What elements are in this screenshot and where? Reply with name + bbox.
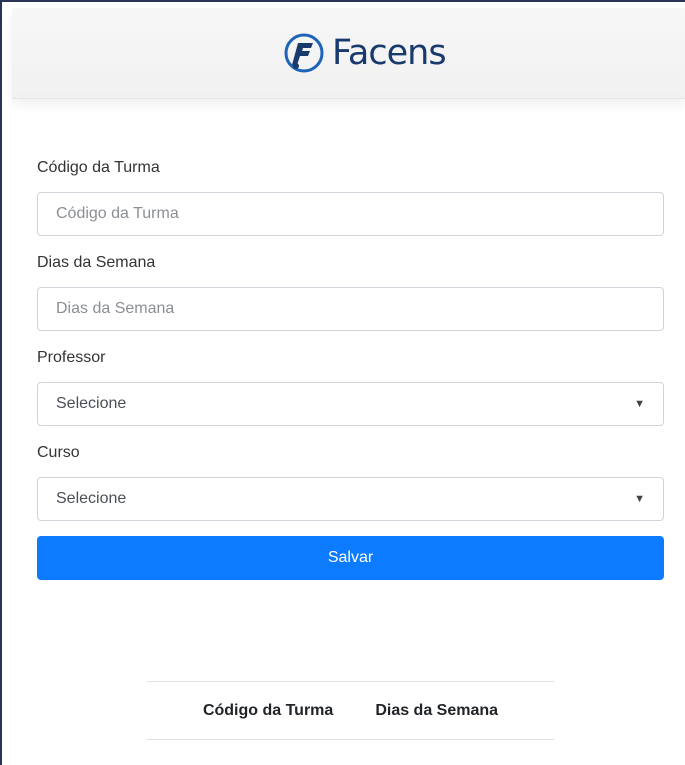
app-frame: Facens Código da Turma Dias da Semana Pr… [0, 0, 685, 765]
save-button[interactable]: Salvar [37, 536, 664, 580]
curso-selected-value: Selecione [56, 490, 127, 507]
logo: Facens [282, 28, 447, 78]
table-header-dias: Dias da Semana [375, 701, 499, 719]
curso-label: Curso [37, 444, 80, 461]
professor-label: Professor [37, 349, 106, 366]
class-form: Código da Turma Dias da Semana Professor… [37, 156, 664, 580]
codigo-label: Código da Turma [37, 159, 160, 176]
facens-logo-icon [284, 33, 324, 73]
table-header-row: Código da Turma Dias da Semana [147, 681, 554, 740]
header-bar: Facens [12, 8, 685, 99]
dias-input[interactable] [37, 287, 664, 331]
professor-selected-value: Selecione [56, 395, 127, 412]
codigo-input[interactable] [37, 192, 664, 236]
dias-label: Dias da Semana [37, 254, 156, 271]
caret-down-icon: ▼ [634, 398, 645, 410]
classes-table: Código da Turma Dias da Semana [147, 681, 554, 740]
caret-down-icon: ▼ [634, 493, 645, 505]
professor-select[interactable]: Selecione ▼ [37, 382, 664, 426]
logo-text: Facens [332, 32, 447, 73]
curso-select[interactable]: Selecione ▼ [37, 477, 664, 521]
table-header-codigo: Código da Turma [202, 701, 334, 719]
